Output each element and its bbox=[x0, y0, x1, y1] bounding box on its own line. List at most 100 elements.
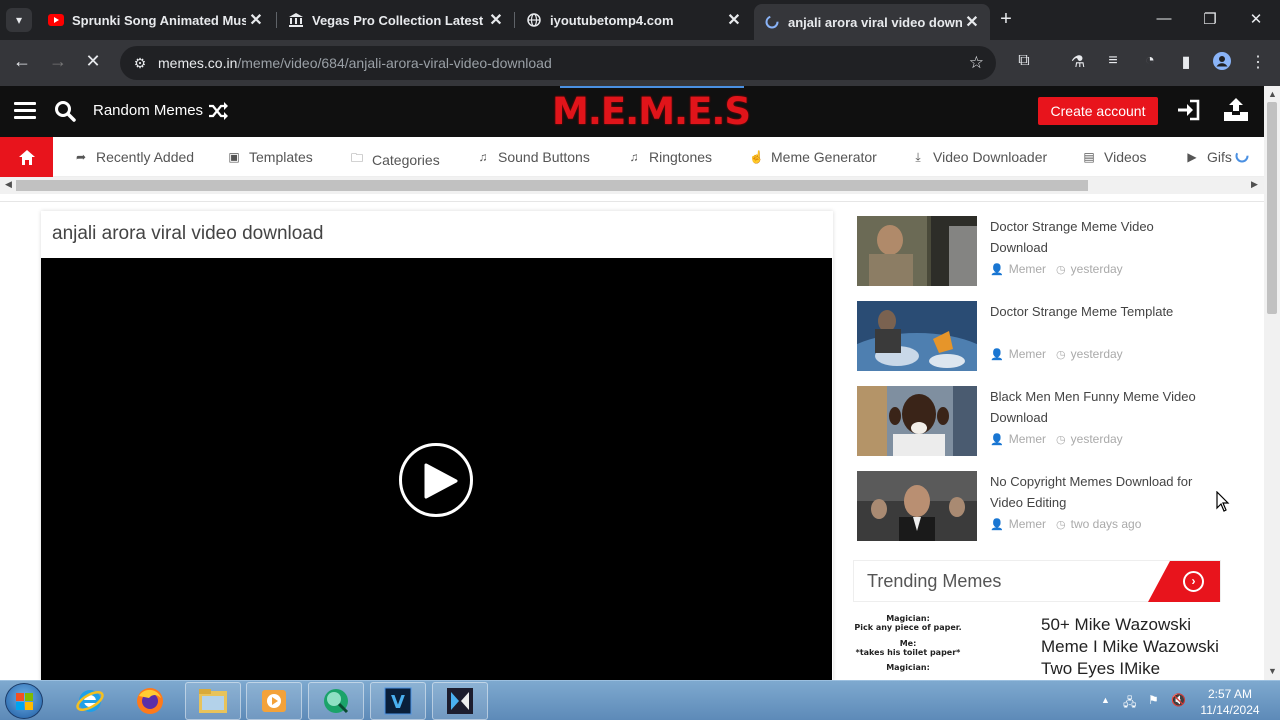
side-panel-icon[interactable]: ▮ bbox=[1175, 52, 1197, 72]
video-thumbnail[interactable] bbox=[857, 216, 977, 286]
bank-icon bbox=[288, 12, 304, 28]
media-controls-icon[interactable]: ≡ bbox=[1102, 52, 1124, 70]
music-note-icon: ♫ bbox=[478, 150, 488, 164]
scroll-left-arrow-icon[interactable]: ◀ bbox=[5, 179, 12, 190]
nav-sound-buttons[interactable]: ♫ Sound Buttons bbox=[476, 149, 590, 165]
browser-menu-icon[interactable]: ⋮ bbox=[1247, 52, 1269, 72]
loading-icon bbox=[764, 14, 780, 30]
scroll-thumb[interactable] bbox=[16, 180, 1088, 191]
video-thumbnail[interactable] bbox=[857, 471, 977, 541]
extensions-icon[interactable]: ⧉ bbox=[1013, 52, 1035, 70]
page-loading-bar bbox=[560, 86, 744, 88]
item-title[interactable]: Black Men Men Funny Meme Video Download bbox=[990, 386, 1200, 428]
youtube-icon bbox=[48, 12, 64, 28]
stop-loading-icon[interactable]: ✕ bbox=[81, 51, 105, 72]
search-icon[interactable] bbox=[54, 100, 76, 127]
back-icon[interactable]: ← bbox=[10, 51, 34, 72]
internet-explorer-icon[interactable] bbox=[62, 682, 118, 720]
list-item[interactable]: Doctor Strange Meme Template 👤 Memer ◷ yest… bbox=[857, 301, 1237, 371]
new-tab-button[interactable]: + bbox=[996, 8, 1016, 31]
trending-thumbnail[interactable]: Magician: Pick any piece of paper. Me: *… bbox=[853, 608, 963, 681]
start-button[interactable] bbox=[5, 683, 43, 719]
item-title[interactable]: Doctor Strange Meme Template bbox=[990, 301, 1200, 322]
tab-title: iyoutubetomp4.com bbox=[550, 12, 674, 28]
windows-taskbar: V ▲ 🖧 ⚑ 🔇 2:57 AM 11/14/2024 bbox=[0, 680, 1280, 720]
pointer-hand-icon: ☝ bbox=[749, 150, 764, 164]
nav-templates[interactable]: ▣ Templates bbox=[227, 149, 312, 165]
show-hidden-icons[interactable]: ▲ bbox=[1101, 695, 1110, 705]
nav-ringtones[interactable]: ♫ Ringtones bbox=[627, 149, 713, 165]
page-vertical-scrollbar[interactable]: ▲ ▼ bbox=[1264, 86, 1280, 680]
shuffle-icon[interactable] bbox=[208, 101, 228, 126]
login-icon[interactable] bbox=[1177, 99, 1201, 126]
clock-icon: ◷ bbox=[1056, 348, 1066, 361]
trending-more-button[interactable]: › bbox=[1148, 561, 1220, 602]
file-explorer-icon[interactable] bbox=[185, 682, 241, 720]
trending-memes-header[interactable]: Trending Memes › bbox=[853, 560, 1221, 602]
spinner-icon bbox=[1235, 149, 1249, 168]
play-button[interactable] bbox=[399, 443, 473, 517]
bookmark-star-icon[interactable]: ☆ bbox=[969, 53, 984, 73]
nav-video-downloader[interactable]: ⤓ Video Downloader bbox=[911, 149, 1047, 165]
minimize-icon[interactable]: — bbox=[1154, 10, 1174, 27]
close-tab-icon[interactable]: ✕ bbox=[724, 10, 744, 30]
video-player[interactable] bbox=[41, 258, 832, 681]
item-title[interactable]: No Copyright Memes Download for Video Ed… bbox=[990, 471, 1200, 513]
forward-icon[interactable]: → bbox=[46, 51, 70, 72]
site-logo[interactable]: M.E.M.E.S bbox=[552, 90, 751, 133]
close-tab-icon[interactable]: ✕ bbox=[962, 12, 982, 32]
nav-meme-generator[interactable]: ☝ Meme Generator bbox=[749, 149, 877, 165]
scroll-thumb[interactable] bbox=[1267, 102, 1277, 314]
address-bar[interactable]: ⚙ memes.co.in/meme/video/684/anjali-aror… bbox=[120, 46, 996, 80]
list-item[interactable]: Black Men Men Funny Meme Video Download … bbox=[857, 386, 1237, 456]
video-editor-icon[interactable] bbox=[432, 682, 488, 720]
vegas-pro-icon[interactable]: V bbox=[370, 682, 426, 720]
list-item[interactable]: Doctor Strange Meme Video Download 👤 Meme… bbox=[857, 216, 1237, 286]
firefox-icon[interactable] bbox=[122, 682, 178, 720]
list-item[interactable]: No Copyright Memes Download for Video Ed… bbox=[857, 471, 1237, 541]
nav-recently-added[interactable]: ➦ Recently Added bbox=[74, 149, 194, 165]
film-icon: ▤ bbox=[1083, 150, 1095, 164]
download-progress-icon[interactable]: ◔ bbox=[1139, 52, 1161, 70]
video-thumbnail[interactable] bbox=[857, 386, 977, 456]
home-button[interactable] bbox=[0, 137, 53, 177]
hamburger-menu-icon[interactable] bbox=[14, 102, 36, 120]
globe-icon bbox=[526, 12, 542, 28]
random-memes-link[interactable]: Random Memes bbox=[93, 102, 203, 119]
tab-vegas-pro[interactable]: Vegas Pro Collection Latest Bu ✕ bbox=[278, 4, 514, 36]
item-meta: 👤 Memer ◷ yesterday bbox=[990, 347, 1123, 361]
tab-sprunki[interactable]: Sprunki Song Animated Music ✕ bbox=[38, 4, 274, 36]
close-tab-icon[interactable]: ✕ bbox=[246, 10, 266, 30]
create-account-button[interactable]: Create account bbox=[1038, 97, 1158, 125]
user-icon: 👤 bbox=[990, 518, 1004, 531]
volume-muted-icon[interactable]: 🔇 bbox=[1171, 693, 1186, 707]
scroll-up-arrow-icon[interactable]: ▲ bbox=[1268, 89, 1277, 99]
scroll-right-arrow-icon[interactable]: ▶ bbox=[1251, 179, 1258, 190]
site-info-icon[interactable]: ⚙ bbox=[124, 55, 156, 72]
close-window-icon[interactable]: ✕ bbox=[1246, 10, 1266, 28]
tab-search-button[interactable]: ▾ bbox=[6, 8, 32, 32]
system-clock[interactable]: 2:57 AM 11/14/2024 bbox=[1194, 686, 1266, 718]
item-meta: 👤 Memer ◷ two days ago bbox=[990, 517, 1142, 531]
nav-videos[interactable]: ▤ Videos bbox=[1082, 149, 1146, 165]
video-thumbnail[interactable] bbox=[857, 301, 977, 371]
restore-icon[interactable]: ❐ bbox=[1200, 10, 1220, 28]
nav-categories[interactable]: 🗀 Categories bbox=[350, 149, 440, 170]
image-icon: ▣ bbox=[228, 150, 240, 164]
close-tab-icon[interactable]: ✕ bbox=[486, 10, 506, 30]
media-player-icon[interactable] bbox=[246, 682, 302, 720]
upload-icon[interactable] bbox=[1222, 98, 1250, 127]
scroll-down-arrow-icon[interactable]: ▼ bbox=[1268, 666, 1277, 676]
tab-iyoutubetomp4[interactable]: iyoutubetomp4.com ✕ bbox=[516, 4, 752, 36]
action-center-flag-icon[interactable]: ⚑ bbox=[1148, 693, 1159, 707]
folder-icon: 🗀 bbox=[350, 151, 363, 165]
network-icon[interactable]: 🖧 bbox=[1123, 693, 1136, 714]
item-title[interactable]: Doctor Strange Meme Video Download bbox=[990, 216, 1200, 258]
profile-icon[interactable] bbox=[1211, 52, 1233, 75]
nav-gifs[interactable]: ▶ Gifs bbox=[1185, 149, 1232, 165]
labs-flask-icon[interactable]: ⚗ bbox=[1067, 52, 1089, 72]
app-globe-icon[interactable] bbox=[308, 682, 364, 720]
nav-horizontal-scrollbar[interactable]: ◀ ▶ bbox=[0, 177, 1264, 194]
tab-anjali-arora[interactable]: anjali arora viral video downlo ✕ bbox=[754, 4, 990, 40]
trending-item-title[interactable]: 50+ Mike Wazowski Meme I Mike Wazowski T… bbox=[1041, 614, 1221, 680]
